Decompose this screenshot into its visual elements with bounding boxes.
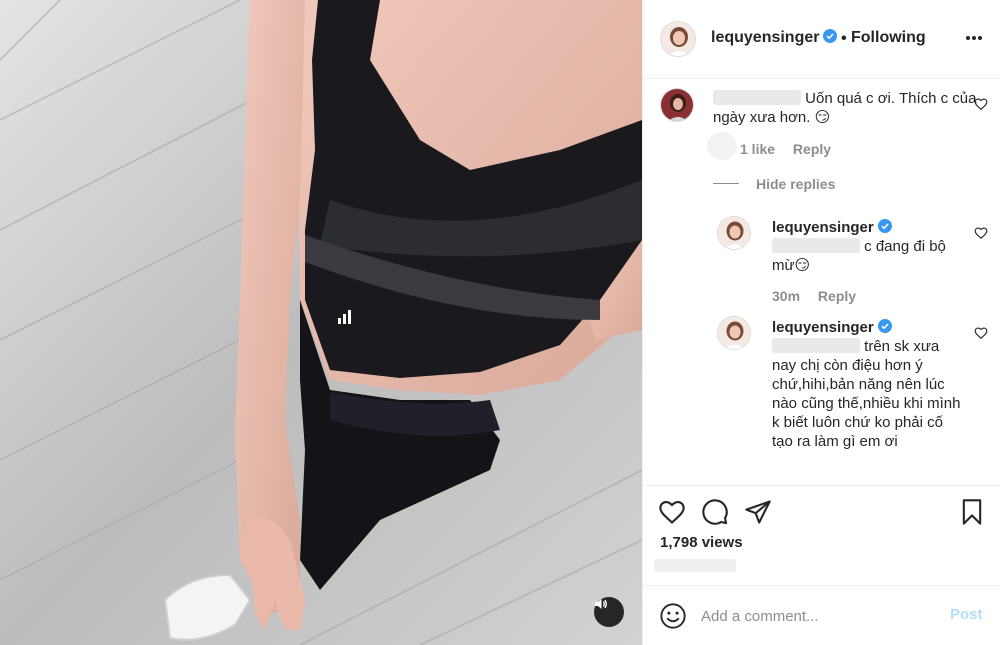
comments-list[interactable]: Uốn quá c ơi. Thích c của ngày xưa hơn. … [643, 80, 1000, 485]
post-date-blurred [654, 559, 736, 572]
reply-username[interactable]: lequyensinger [772, 219, 874, 236]
blurred-username [713, 90, 801, 105]
reply-text: trên sk xưa nay chị còn điệu hơn ý chứ,h… [772, 338, 961, 450]
bookmark-icon[interactable] [958, 498, 986, 526]
blurred-element [707, 132, 737, 160]
speaker-icon [595, 599, 607, 609]
sound-toggle-button[interactable] [594, 597, 624, 627]
hide-replies-line [713, 183, 739, 184]
more-options-icon[interactable] [965, 34, 983, 42]
video-frame [0, 0, 642, 645]
reply-button[interactable]: Reply [818, 288, 856, 304]
emoji-icon[interactable] [659, 602, 687, 630]
reply-username[interactable]: lequyensinger [772, 319, 874, 336]
hide-replies-button[interactable]: Hide replies [756, 176, 835, 192]
comment-body: Uốn quá c ơi. Thích c của ngày xưa hơn. … [713, 89, 978, 127]
reply-time[interactable]: 30m [772, 288, 800, 304]
like-comment-heart-icon[interactable] [974, 97, 988, 111]
post-side-panel: lequyensinger • Following Uốn quá c ơi. … [642, 0, 1000, 645]
share-icon[interactable] [744, 498, 772, 526]
comment-likes[interactable]: 1 like [740, 141, 775, 157]
views-count[interactable]: 1,798 views [660, 534, 743, 551]
verified-badge-icon [877, 319, 892, 333]
like-reply-heart-icon[interactable] [974, 326, 988, 340]
heart-icon[interactable] [658, 498, 686, 526]
post-comment-button[interactable]: Post [950, 606, 983, 623]
reply-meta: 30m Reply [772, 288, 870, 304]
header-separator: • [841, 30, 847, 47]
post-video[interactable] [0, 0, 642, 645]
verified-badge-icon [877, 219, 892, 233]
following-button[interactable]: Following [851, 29, 926, 47]
post-actions: 1,798 views [643, 485, 1000, 585]
comment-input[interactable] [701, 603, 931, 629]
like-reply-heart-icon[interactable] [974, 226, 988, 240]
reply-body: lequyensinger c đang đi bộ mừ😏 [772, 218, 967, 275]
post-header: lequyensinger • Following [643, 0, 1000, 79]
reply-button[interactable]: Reply [793, 141, 831, 157]
comment-meta: 1 like Reply [740, 141, 845, 157]
add-comment-bar: Post [643, 585, 1000, 645]
comment-icon[interactable] [701, 498, 729, 526]
commenter-avatar[interactable] [660, 88, 694, 122]
author-avatar[interactable] [660, 21, 696, 57]
blurred-mention [772, 238, 860, 253]
author-username-text[interactable]: lequyensinger [711, 29, 819, 46]
blurred-mention [772, 338, 860, 353]
reply-author-avatar[interactable] [717, 316, 751, 350]
verified-badge-icon [823, 29, 838, 43]
author-username[interactable]: lequyensinger [711, 29, 838, 47]
reply-body: lequyensinger trên sk xưa nay chị còn đi… [772, 318, 967, 451]
reply-author-avatar[interactable] [717, 216, 751, 250]
